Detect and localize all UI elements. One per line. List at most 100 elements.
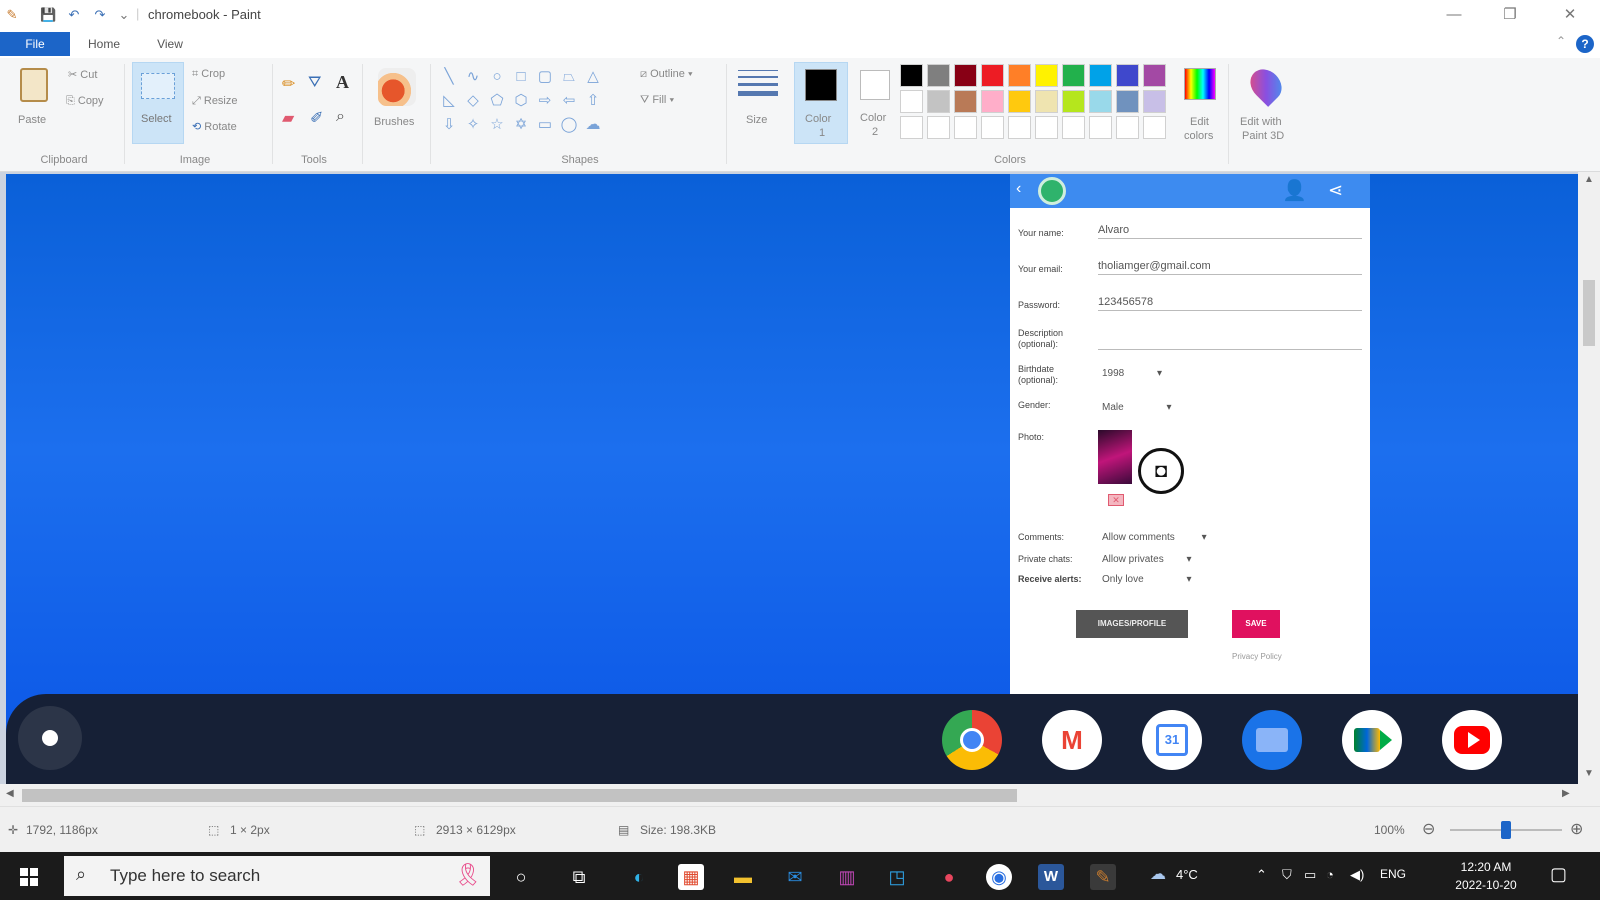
password-field[interactable]: 123456578: [1098, 296, 1362, 311]
crop-button[interactable]: ⌗ Crop: [192, 68, 225, 81]
right-triangle-shape-icon[interactable]: ◺: [440, 92, 458, 110]
triangle-shape-icon[interactable]: △: [584, 68, 602, 86]
microsoft-store-icon[interactable]: ▦: [678, 864, 704, 890]
tab-view[interactable]: View: [150, 32, 190, 56]
color-swatch[interactable]: [1035, 64, 1058, 87]
weather-temp[interactable]: 4°C: [1176, 867, 1198, 882]
line-shape-icon[interactable]: ╲: [440, 68, 458, 86]
polygon-shape-icon[interactable]: ⏢: [560, 68, 578, 86]
four-point-star-shape-icon[interactable]: ✧: [464, 116, 482, 134]
edit-with-paint3d-button[interactable]: Edit with Paint 3D: [1236, 63, 1298, 146]
network-icon[interactable]: ◔: [1326, 867, 1334, 882]
description-field[interactable]: [1098, 334, 1362, 350]
profile-photo-thumbnail[interactable]: [1098, 430, 1132, 484]
color-swatch[interactable]: [954, 64, 977, 87]
color-swatch[interactable]: [900, 90, 923, 113]
scroll-up-icon[interactable]: ▲: [1584, 174, 1594, 185]
paint-taskbar-icon[interactable]: ✎: [1090, 864, 1116, 890]
profile-icon[interactable]: 👤: [1282, 178, 1307, 203]
file-explorer-icon[interactable]: ▬: [730, 864, 756, 890]
word-icon[interactable]: W: [1038, 864, 1064, 890]
color-swatch[interactable]: [1116, 64, 1139, 87]
rounded-callout-shape-icon[interactable]: ▭: [536, 116, 554, 134]
share-icon[interactable]: ⋖: [1328, 180, 1343, 201]
clock[interactable]: 12:20 AM 2022-10-20: [1446, 858, 1526, 894]
shapes-gallery[interactable]: ╲ ∿ ○ □ ▢ ⏢ △ ◺ ◇ ⬠ ⬡ ⇨ ⇦ ⇧ ⇩ ✧ ☆ ✡ ▭ ◯ …: [440, 68, 630, 140]
five-point-star-shape-icon[interactable]: ☆: [488, 116, 506, 134]
copy-button[interactable]: ⎘ Copy: [66, 95, 104, 108]
birthdate-select[interactable]: 1998 ▾: [1102, 368, 1162, 379]
maximize-button[interactable]: ❐: [1490, 4, 1530, 26]
zoom-in-icon[interactable]: ⊕: [1570, 819, 1583, 839]
email-field[interactable]: tholiamger@gmail.com: [1098, 260, 1362, 275]
private-chats-select[interactable]: Allow privates ▾: [1102, 554, 1192, 565]
name-field[interactable]: Alvaro: [1098, 224, 1362, 239]
google-meet-icon[interactable]: [1342, 710, 1402, 770]
color-swatch[interactable]: [1062, 64, 1085, 87]
gmail-icon[interactable]: M: [1042, 710, 1102, 770]
six-point-star-shape-icon[interactable]: ✡: [512, 116, 530, 134]
color2-button[interactable]: Color 2: [852, 62, 902, 144]
vertical-scroll-thumb[interactable]: [1583, 280, 1595, 346]
minimize-button[interactable]: —: [1434, 4, 1474, 26]
color-swatch[interactable]: [927, 90, 950, 113]
task-view-icon[interactable]: ⧉: [566, 864, 592, 890]
scroll-down-icon[interactable]: ▼: [1584, 768, 1594, 779]
youtube-icon[interactable]: [1442, 710, 1502, 770]
comments-select[interactable]: Allow comments ▾: [1102, 532, 1207, 543]
color-swatch[interactable]: [1089, 90, 1112, 113]
color-swatch[interactable]: [900, 116, 923, 139]
tab-file[interactable]: File: [0, 32, 70, 56]
text-tool-icon[interactable]: A: [336, 72, 349, 93]
paste-button[interactable]: Paste: [14, 64, 54, 142]
color-swatch[interactable]: [900, 64, 923, 87]
color-swatch[interactable]: [1008, 116, 1031, 139]
zoom-slider-thumb[interactable]: [1501, 821, 1511, 839]
color-swatch[interactable]: [927, 116, 950, 139]
color-swatch[interactable]: [927, 64, 950, 87]
security-icon[interactable]: ⛉: [1282, 867, 1292, 883]
zoom-app-icon[interactable]: ◉: [986, 864, 1012, 890]
redo-icon[interactable]: ↷: [92, 7, 108, 23]
media-app-icon[interactable]: ▥: [834, 864, 860, 890]
color-swatch[interactable]: [1089, 116, 1112, 139]
video-recorder-icon[interactable]: ●: [936, 864, 962, 890]
diamond-shape-icon[interactable]: ◇: [464, 92, 482, 110]
up-arrow-shape-icon[interactable]: ⇧: [584, 92, 602, 110]
color-swatch[interactable]: [1116, 90, 1139, 113]
cut-button[interactable]: ✂ Cut: [68, 68, 97, 81]
color-swatch[interactable]: [1143, 90, 1166, 113]
rounded-rectangle-shape-icon[interactable]: ▢: [536, 68, 554, 86]
collapse-ribbon-icon[interactable]: ⌃: [1556, 34, 1566, 48]
zoom-slider[interactable]: [1450, 821, 1562, 839]
color-swatch[interactable]: [1116, 116, 1139, 139]
remove-photo-icon[interactable]: ✕: [1108, 494, 1124, 506]
horizontal-scrollbar[interactable]: ◀ ▶: [0, 784, 1600, 806]
color-swatch[interactable]: [1035, 116, 1058, 139]
scroll-right-icon[interactable]: ▶: [1562, 788, 1570, 799]
files-icon[interactable]: [1242, 710, 1302, 770]
color-swatch[interactable]: [981, 90, 1004, 113]
outline-dropdown[interactable]: ⧄ Outline ▾: [640, 68, 693, 81]
pencil-icon[interactable]: ✏: [282, 74, 295, 94]
fill-dropdown[interactable]: ⛛ Fill ▾: [640, 94, 674, 107]
color-swatch[interactable]: [954, 116, 977, 139]
color-swatch[interactable]: [1008, 64, 1031, 87]
show-hidden-icons-icon[interactable]: ⌃: [1256, 867, 1267, 883]
canvas-area[interactable]: ‹ 👤 ⋖ Your name: Alvaro Your email: thol…: [0, 172, 1600, 806]
size-button[interactable]: Size: [736, 64, 780, 144]
resize-button[interactable]: ⤢ Resize: [192, 95, 238, 108]
tab-home[interactable]: Home: [84, 32, 124, 56]
start-button[interactable]: [0, 852, 60, 900]
color-swatch[interactable]: [1062, 90, 1085, 113]
pentagon-shape-icon[interactable]: ⬠: [488, 92, 506, 110]
save-button[interactable]: SAVE: [1232, 610, 1280, 638]
color-swatch[interactable]: [954, 90, 977, 113]
brushes-button[interactable]: Brushes: [370, 64, 424, 144]
snip-tool-icon[interactable]: ◳: [884, 864, 910, 890]
color1-button[interactable]: Color 1: [794, 62, 848, 144]
zoom-out-icon[interactable]: ⊖: [1422, 819, 1435, 839]
battery-icon[interactable]: ▭: [1304, 867, 1316, 883]
color-swatch[interactable]: [1035, 90, 1058, 113]
color-swatch[interactable]: [1143, 116, 1166, 139]
